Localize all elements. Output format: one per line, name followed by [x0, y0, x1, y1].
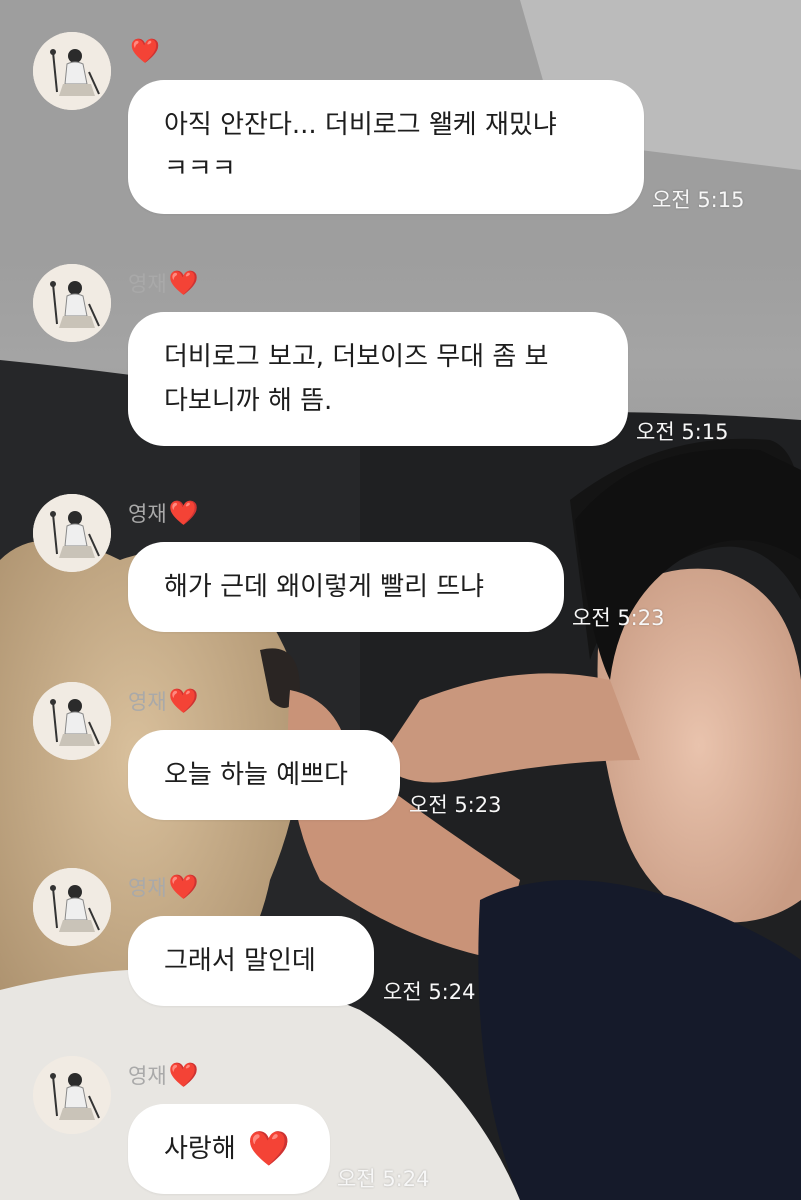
- sender-name-text: 영재: [128, 272, 167, 296]
- sender-heart-icon: ❤️: [130, 37, 160, 65]
- sender-heart-icon: ❤️: [168, 873, 199, 901]
- sender-name: 영재❤️: [128, 1058, 199, 1092]
- sender-name: ❤️: [128, 34, 160, 68]
- sender-name: 영재❤️: [128, 496, 199, 530]
- message-time: 오전 5:23: [572, 606, 665, 630]
- message-text: 오늘 하늘 예쁘다: [164, 760, 348, 790]
- profile-photo-icon: [33, 1056, 111, 1134]
- profile-photo-icon: [33, 494, 111, 572]
- message-bubble[interactable]: 오늘 하늘 예쁘다: [128, 730, 400, 820]
- sender-name-text: 영재: [128, 1064, 167, 1088]
- sender-heart-icon: ❤️: [168, 499, 199, 527]
- sender-name-text: 영재: [128, 502, 167, 526]
- message-bubble[interactable]: 사랑해 ❤️: [128, 1104, 330, 1194]
- sender-avatar[interactable]: [33, 494, 111, 572]
- message-bubble[interactable]: 해가 근데 왜이렇게 빨리 뜨냐: [128, 542, 564, 632]
- message-text: 그래서 말인데: [164, 946, 316, 976]
- sender-avatar[interactable]: [33, 1056, 111, 1134]
- message-bubble[interactable]: 더비로그 보고, 더보이즈 무대 좀 보 다보니까 해 뜸.: [128, 312, 628, 446]
- message-bubble[interactable]: 그래서 말인데: [128, 916, 374, 1006]
- sender-name: 영재❤️: [128, 870, 199, 904]
- message-time: 오전 5:24: [383, 980, 476, 1004]
- message-time: 오전 5:15: [652, 188, 745, 212]
- message-text: 더비로그 보고, 더보이즈 무대 좀 보 다보니까 해 뜸.: [164, 342, 549, 416]
- profile-photo-icon: [33, 682, 111, 760]
- sender-heart-icon: ❤️: [168, 269, 199, 297]
- sender-heart-icon: ❤️: [168, 687, 199, 715]
- sender-avatar[interactable]: [33, 32, 111, 110]
- message-text: 아직 안잔다... 더비로그 왤케 재밌냐 ㅋㅋㅋ: [164, 110, 557, 184]
- message-time: 오전 5:24: [337, 1167, 430, 1191]
- sender-name-text: 영재: [128, 876, 167, 900]
- message-text: 해가 근데 왜이렇게 빨리 뜨냐: [164, 572, 485, 602]
- heart-icon: ❤️: [247, 1129, 291, 1169]
- sender-heart-icon: ❤️: [168, 1061, 199, 1089]
- message-bubble[interactable]: 아직 안잔다... 더비로그 왤케 재밌냐 ㅋㅋㅋ: [128, 80, 644, 214]
- message-time: 오전 5:15: [636, 420, 729, 444]
- sender-name: 영재❤️: [128, 266, 199, 300]
- sender-avatar[interactable]: [33, 264, 111, 342]
- sender-avatar[interactable]: [33, 868, 111, 946]
- sender-name: 영재❤️: [128, 684, 199, 718]
- message-text: 사랑해: [164, 1134, 236, 1164]
- profile-photo-icon: [33, 868, 111, 946]
- sender-name-text: 영재: [128, 690, 167, 714]
- profile-photo-icon: [33, 32, 111, 110]
- message-time: 오전 5:23: [409, 793, 502, 817]
- sender-avatar[interactable]: [33, 682, 111, 760]
- profile-photo-icon: [33, 264, 111, 342]
